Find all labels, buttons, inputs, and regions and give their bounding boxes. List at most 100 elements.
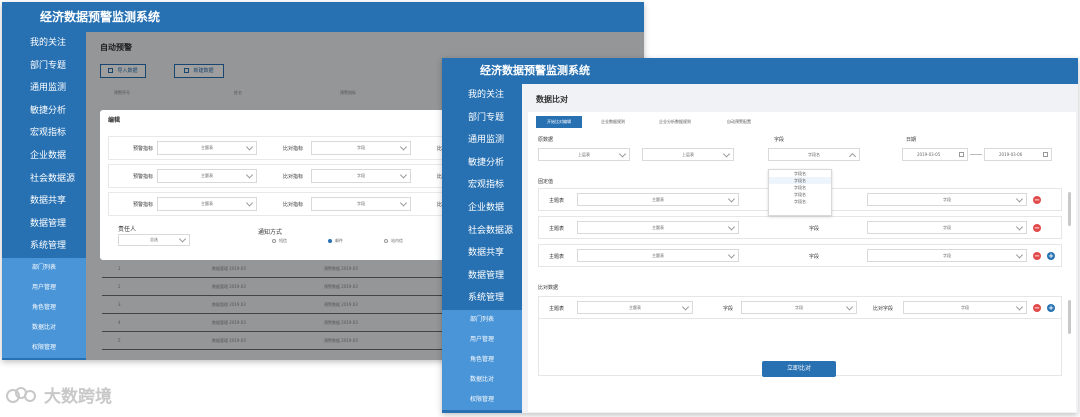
- notify-sms-radio[interactable]: 短信: [272, 238, 287, 244]
- responsible-label: 责任人: [118, 226, 137, 233]
- field-value-select[interactable]: 字段: [867, 193, 1027, 206]
- warn-topic-select[interactable]: 主题表: [157, 141, 257, 155]
- field-value-select[interactable]: 字段: [867, 249, 1027, 262]
- nav-item-system-manage[interactable]: 系统管理: [442, 287, 522, 310]
- notify-label: 通知方式: [258, 229, 283, 236]
- source-select-1[interactable]: 上层表: [538, 148, 630, 161]
- nav-item-my-follow[interactable]: 我的关注: [2, 32, 86, 55]
- dialog-row: 预警指标 主题表 比对指标 字段 比: [108, 164, 444, 188]
- chevron-down-icon: [1015, 194, 1024, 203]
- nav-item-system-manage[interactable]: 系统管理: [2, 235, 86, 258]
- sub-item-dept-list[interactable]: 部门列表: [2, 257, 86, 278]
- source-label: 原数据: [538, 137, 554, 143]
- nav-item-data-manage[interactable]: 数据管理: [442, 265, 522, 288]
- fixed-row: 主题表 主题表 字段 字段 −: [538, 216, 1062, 239]
- topic-select[interactable]: 主题表: [577, 301, 693, 314]
- source-select-2[interactable]: 上层表: [642, 148, 734, 161]
- remove-row-icon[interactable]: −: [1033, 224, 1041, 232]
- field-value-select[interactable]: 字段: [741, 301, 857, 314]
- nav-item-enterprise-data[interactable]: 企业数据: [2, 145, 86, 168]
- nav-item-data-manage[interactable]: 数据管理: [2, 213, 86, 236]
- tab-enterprise-analysis-rules[interactable]: 企业分析数据规则: [644, 116, 706, 128]
- compare-field-select[interactable]: 字段: [311, 141, 411, 155]
- compare-field-label: 比对字段: [873, 306, 894, 312]
- dialog-row: 预警指标 主题表 比对指标 字段 比: [108, 136, 444, 160]
- notify-inbox-radio[interactable]: 站内信: [384, 238, 403, 244]
- chevron-down-icon: [681, 302, 690, 311]
- nav-item-agile-analysis[interactable]: 敏捷分析: [442, 152, 522, 175]
- field-row-label: 字段: [723, 306, 734, 312]
- remove-row-icon[interactable]: −: [1033, 196, 1041, 204]
- sub-item-dept-list[interactable]: 部门列表: [442, 309, 522, 330]
- compare-index-label: 比对指标: [283, 174, 304, 180]
- nav-item-data-share[interactable]: 数据共享: [2, 190, 86, 213]
- warn-topic-select[interactable]: 主题表: [157, 197, 257, 211]
- dropdown-option[interactable]: 字段名: [769, 198, 831, 205]
- sub-item-data-compare[interactable]: 数据比对: [442, 369, 522, 390]
- app-title: 经济数据预警监测系统: [442, 58, 1078, 84]
- chevron-down-icon: [399, 143, 408, 151]
- nav-item-dept-topic[interactable]: 部门专题: [442, 107, 522, 130]
- tab-auto-warning-config[interactable]: 自动预警配置: [714, 116, 764, 128]
- date-start-input[interactable]: 2019-03-05: [902, 148, 968, 161]
- sidebar: 我的关注 部门专题 通用监测 敏捷分析 宏观指标 企业数据 社会数据源 数据共享…: [442, 84, 522, 413]
- compare-scrollbar[interactable]: [1068, 300, 1071, 334]
- remove-row-icon[interactable]: −: [1033, 252, 1041, 260]
- compare-field-select[interactable]: 字段: [311, 197, 411, 211]
- field-row-label: 字段: [809, 254, 820, 260]
- topic-select[interactable]: 主题表: [577, 193, 739, 206]
- compare-now-button[interactable]: 立即比对: [762, 361, 836, 377]
- warn-index-label: 预警指标: [133, 202, 154, 208]
- data-compare-window: 经济数据预警监测系统 我的关注 部门专题 通用监测 敏捷分析 宏观指标 企业数据…: [442, 58, 1078, 413]
- nav-item-general-monitor[interactable]: 通用监测: [2, 77, 86, 100]
- tab-start-compare[interactable]: 开始比对编辑: [536, 116, 582, 128]
- chevron-down-icon: [1015, 250, 1024, 259]
- fixed-scrollbar[interactable]: [1068, 192, 1071, 226]
- notify-email-radio[interactable]: 邮件: [328, 238, 343, 244]
- watermark-text: 大数跨境: [44, 387, 112, 407]
- chevron-down-icon: [245, 199, 254, 207]
- chevron-down-icon: [1015, 222, 1024, 231]
- sub-item-data-compare[interactable]: 数据比对: [2, 317, 86, 338]
- nav-item-my-follow[interactable]: 我的关注: [442, 84, 522, 107]
- field-value-select[interactable]: 字段: [867, 221, 1027, 234]
- tab-enterprise-rules[interactable]: 企业数据规则: [590, 116, 636, 128]
- field-select[interactable]: 字段名: [768, 148, 860, 161]
- dropdown-option[interactable]: 字段名: [769, 191, 831, 198]
- sub-item-user-manage[interactable]: 用户管理: [2, 277, 86, 298]
- topic-select[interactable]: 主题表: [577, 221, 739, 234]
- compare-field-select[interactable]: 字段: [311, 169, 411, 183]
- nav-item-social-source[interactable]: 社会数据源: [442, 220, 522, 243]
- nav-item-general-monitor[interactable]: 通用监测: [442, 129, 522, 152]
- dropdown-option[interactable]: 字段名: [769, 184, 831, 191]
- dropdown-option[interactable]: 字段名: [769, 177, 831, 184]
- sub-item-user-manage[interactable]: 用户管理: [442, 329, 522, 350]
- nav-item-macro-index[interactable]: 宏观指标: [2, 122, 86, 145]
- watermark-logo-icon: [6, 387, 40, 405]
- sub-item-permission[interactable]: 权限管理: [442, 389, 522, 410]
- nav-item-data-share[interactable]: 数据共享: [442, 242, 522, 265]
- sub-item-role-manage[interactable]: 角色管理: [2, 297, 86, 318]
- compare-field-select[interactable]: 字段: [903, 301, 1027, 314]
- field-row-label: 字段: [809, 226, 820, 232]
- date-end-input[interactable]: 2019-03-06: [984, 148, 1052, 161]
- compare-row: 主题表 主题表 字段 字段 比对字段 字段 − +: [538, 296, 1062, 319]
- nav-item-enterprise-data[interactable]: 企业数据: [442, 197, 522, 220]
- chevron-down-icon: [722, 149, 731, 158]
- sub-item-permission[interactable]: 权限管理: [2, 337, 86, 358]
- page-title: 数据比对: [536, 95, 568, 104]
- chevron-down-icon: [618, 149, 627, 158]
- nav-item-social-source[interactable]: 社会数据源: [2, 168, 86, 191]
- add-row-icon[interactable]: +: [1047, 252, 1055, 260]
- nav-item-macro-index[interactable]: 宏观指标: [442, 174, 522, 197]
- add-row-icon[interactable]: +: [1047, 304, 1055, 312]
- responsible-select[interactable]: 总选: [118, 234, 190, 246]
- nav-item-agile-analysis[interactable]: 敏捷分析: [2, 100, 86, 123]
- topic-select[interactable]: 主题表: [577, 249, 739, 262]
- remove-row-icon[interactable]: −: [1033, 304, 1041, 312]
- fixed-row: 主题表 主题表 字段 字段 − +: [538, 244, 1062, 267]
- sub-item-role-manage[interactable]: 角色管理: [442, 349, 522, 370]
- warn-topic-select[interactable]: 主题表: [157, 169, 257, 183]
- dropdown-option[interactable]: 字段名: [769, 170, 831, 177]
- nav-item-dept-topic[interactable]: 部门专题: [2, 55, 86, 78]
